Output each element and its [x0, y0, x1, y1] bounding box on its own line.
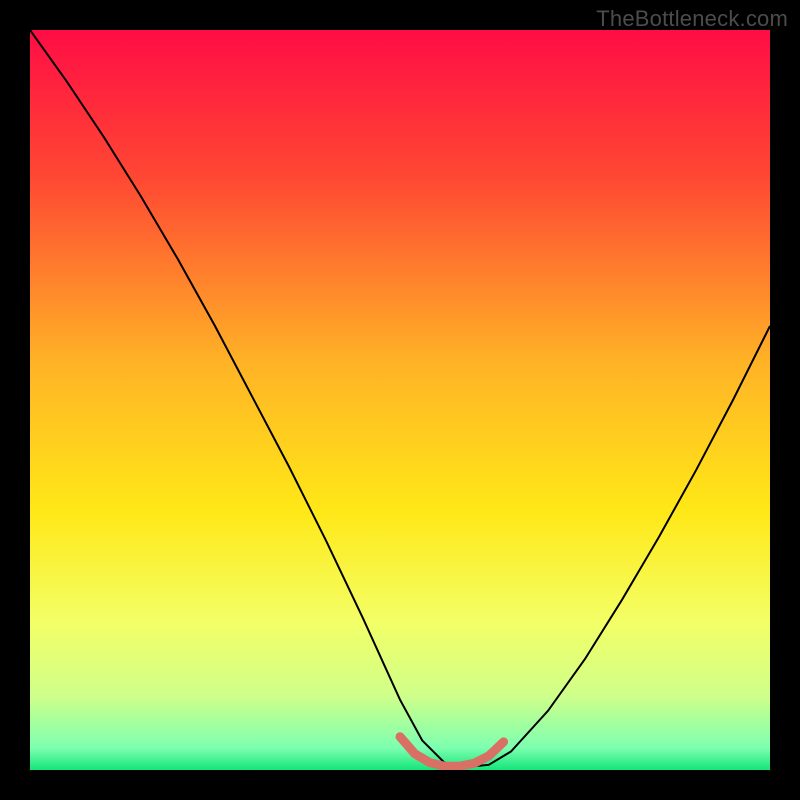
gradient-background	[30, 30, 770, 770]
watermark-text: TheBottleneck.com	[596, 6, 788, 32]
plot-area	[30, 30, 770, 770]
chart-svg	[30, 30, 770, 770]
chart-frame: TheBottleneck.com	[0, 0, 800, 800]
